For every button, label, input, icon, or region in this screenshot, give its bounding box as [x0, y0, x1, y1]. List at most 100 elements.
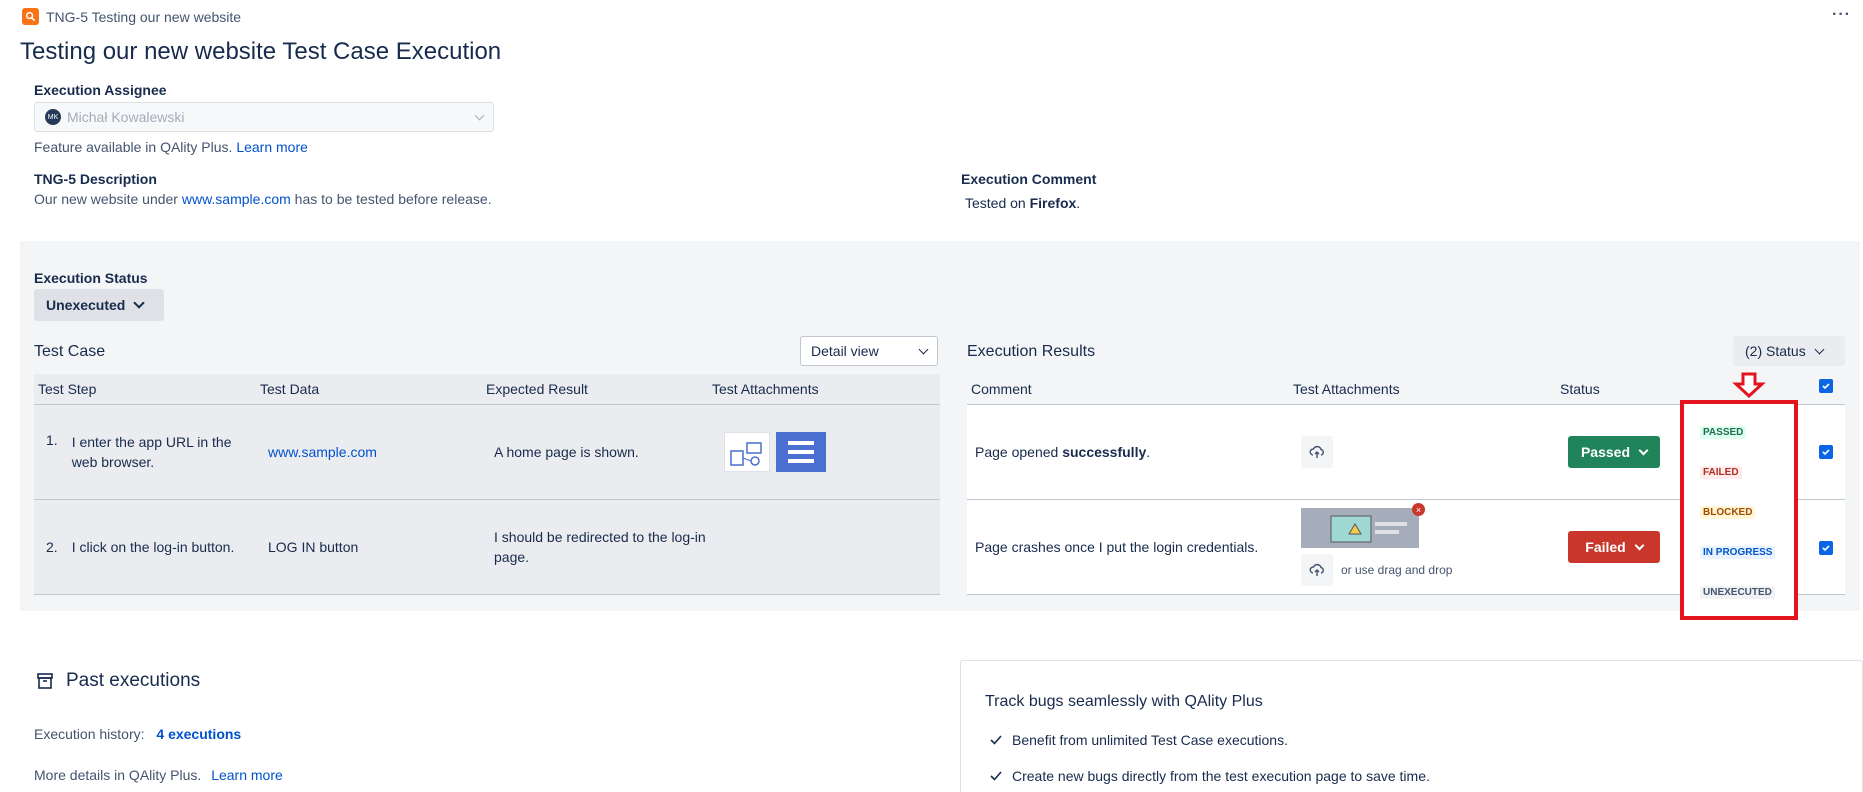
comment-text: Page opened	[975, 444, 1059, 460]
chevron-down-icon	[918, 344, 929, 354]
column-header: Status	[1560, 381, 1600, 397]
expected-result-cell: I should be redirected to the log-in pag…	[494, 529, 706, 565]
assignee-label: Execution Assignee	[34, 82, 167, 98]
column-header: Expected Result	[486, 381, 588, 397]
avatar: MK	[45, 109, 61, 125]
description-text-before: Our new website under	[34, 191, 178, 207]
select-all-checkbox[interactable]	[1819, 379, 1833, 393]
description-text-after: has to be tested before release.	[294, 191, 492, 207]
execution-results-title: Execution Results	[967, 343, 1096, 360]
execution-status-label: Execution Status	[34, 270, 148, 286]
promo-item: Create new bugs directly from the test e…	[990, 768, 1430, 784]
arrow-down-icon	[1732, 372, 1766, 398]
upload-button[interactable]	[1301, 554, 1333, 586]
past-executions-heading: Past executions	[36, 670, 200, 692]
cloud-upload-icon	[1309, 563, 1324, 576]
table-row[interactable]: 2. I click on the log-in button. LOG IN …	[34, 500, 940, 595]
status-filter-button[interactable]: (2) Status	[1733, 336, 1845, 366]
upload-button[interactable]	[1301, 436, 1333, 468]
table-header: Test Step Test Data Expected Result Test…	[34, 374, 940, 405]
test-data-cell: LOG IN button	[268, 539, 359, 555]
issue-key-label: TNG-5 Testing our new website	[46, 8, 242, 25]
description-label: TNG-5 Description	[34, 171, 157, 187]
expected-result-cell: A home page is shown.	[494, 444, 639, 460]
attachment-thumbnail[interactable]: ×	[1301, 503, 1425, 548]
test-case-table: Test Step Test Data Expected Result Test…	[34, 374, 940, 595]
comment-bold: Firefox	[1029, 195, 1077, 211]
assignee-select[interactable]: MK Michał Kowalewski	[34, 102, 494, 132]
check-icon	[990, 735, 1002, 745]
status-option-passed[interactable]: PASSED	[1700, 426, 1747, 439]
row-checkbox[interactable]	[1819, 541, 1833, 555]
step-text: I click on the log-in button.	[71, 539, 235, 555]
comment-cell[interactable]: Page crashes once I put the login creden…	[967, 539, 1293, 555]
status-option-blocked[interactable]: BLOCKED	[1700, 506, 1756, 519]
learn-more-link[interactable]: Learn more	[211, 767, 283, 783]
promo-item-text: Create new bugs directly from the test e…	[1012, 768, 1430, 784]
assignee-value: Michał Kowalewski	[67, 109, 185, 125]
feature-note: Feature available in QAlity Plus. Learn …	[34, 139, 308, 155]
test-case-title: Test Case	[34, 343, 106, 360]
step-number: 1.	[46, 432, 58, 448]
column-header: Test Data	[260, 381, 320, 397]
attachments-cell: × or use drag and drop	[1293, 503, 1560, 586]
chevron-down-icon	[133, 297, 146, 309]
comment-bold: successfully	[1062, 444, 1147, 460]
attachment-thumbnail[interactable]	[776, 432, 826, 472]
table-row[interactable]: 1. I enter the app URL in the web browse…	[34, 405, 940, 500]
status-label: Failed	[1585, 539, 1626, 555]
status-option-unexecuted[interactable]: UNEXECUTED	[1700, 586, 1775, 599]
attachments-cell	[1293, 436, 1560, 468]
search-icon	[22, 8, 39, 25]
feature-note-text: Feature available in QAlity Plus.	[34, 139, 233, 155]
comment-text-before: Tested on	[965, 195, 1026, 211]
promo-item: Benefit from unlimited Test Case executi…	[990, 732, 1288, 748]
promo-title: Track bugs seamlessly with QAlity Plus	[985, 693, 1263, 710]
step-text: I enter the app URL in the web browser.	[71, 434, 232, 470]
learn-more-link[interactable]: Learn more	[236, 139, 308, 155]
more-details-text: More details in QAlity Plus.	[34, 767, 202, 783]
close-icon[interactable]: ×	[1412, 503, 1425, 516]
status-dropdown-menu: PASSED FAILED BLOCKED IN PROGRESS UNEXEC…	[1680, 400, 1798, 620]
archive-icon	[37, 673, 53, 689]
history-link[interactable]: 4 executions	[156, 726, 241, 742]
drag-drop-hint: or use drag and drop	[1341, 563, 1453, 577]
page-title: Testing our new website Test Case Execut…	[20, 38, 502, 65]
status-label: Passed	[1580, 444, 1631, 460]
chevron-down-icon	[474, 110, 485, 120]
column-header: Test Attachments	[1293, 381, 1400, 397]
promo-item-text: Benefit from unlimited Test Case executi…	[1012, 732, 1288, 748]
cloud-upload-icon	[1309, 445, 1324, 458]
column-header: Test Step	[38, 381, 97, 397]
chevron-down-icon	[1634, 540, 1645, 550]
view-select-value: Detail view	[811, 343, 879, 359]
sample-link[interactable]: www.sample.com	[182, 191, 291, 207]
test-data-link[interactable]: www.sample.com	[268, 444, 377, 460]
chevron-down-icon	[1814, 344, 1825, 354]
view-select[interactable]: Detail view	[800, 336, 938, 366]
test-step-cell: 2. I click on the log-in button.	[34, 539, 260, 555]
row-checkbox[interactable]	[1819, 445, 1833, 459]
promo-card: Track bugs seamlessly with QAlity Plus B…	[960, 660, 1863, 792]
more-actions-button[interactable]: ···	[1832, 6, 1851, 24]
status-failed-button[interactable]: Failed	[1568, 531, 1660, 563]
execution-history: Execution history: 4 executions	[34, 726, 241, 742]
attachments-cell	[712, 432, 940, 472]
execution-comment-text[interactable]: Tested on Firefox.	[965, 195, 1080, 211]
column-header: Test Attachments	[712, 381, 819, 397]
attachment-thumbnail[interactable]	[724, 432, 770, 472]
execution-comment-label: Execution Comment	[961, 171, 1097, 187]
issue-breadcrumb[interactable]: TNG-5 Testing our new website	[22, 8, 241, 25]
test-data-cell: www.sample.com	[260, 444, 486, 460]
execution-status-button[interactable]: Unexecuted	[34, 289, 164, 321]
step-number: 2.	[46, 539, 58, 555]
test-step-cell: 1. I enter the app URL in the web browse…	[34, 432, 260, 472]
status-passed-button[interactable]: Passed	[1568, 436, 1660, 468]
chevron-down-icon	[1638, 445, 1649, 455]
comment-cell[interactable]: Page opened successfully.	[967, 444, 1293, 460]
status-option-failed[interactable]: FAILED	[1700, 466, 1742, 479]
description-text: Our new website under www.sample.com has…	[34, 191, 492, 207]
more-details: More details in QAlity Plus. Learn more	[34, 767, 283, 783]
status-option-in-progress[interactable]: IN PROGRESS	[1700, 546, 1776, 559]
status-filter-label: (2) Status	[1745, 343, 1806, 359]
